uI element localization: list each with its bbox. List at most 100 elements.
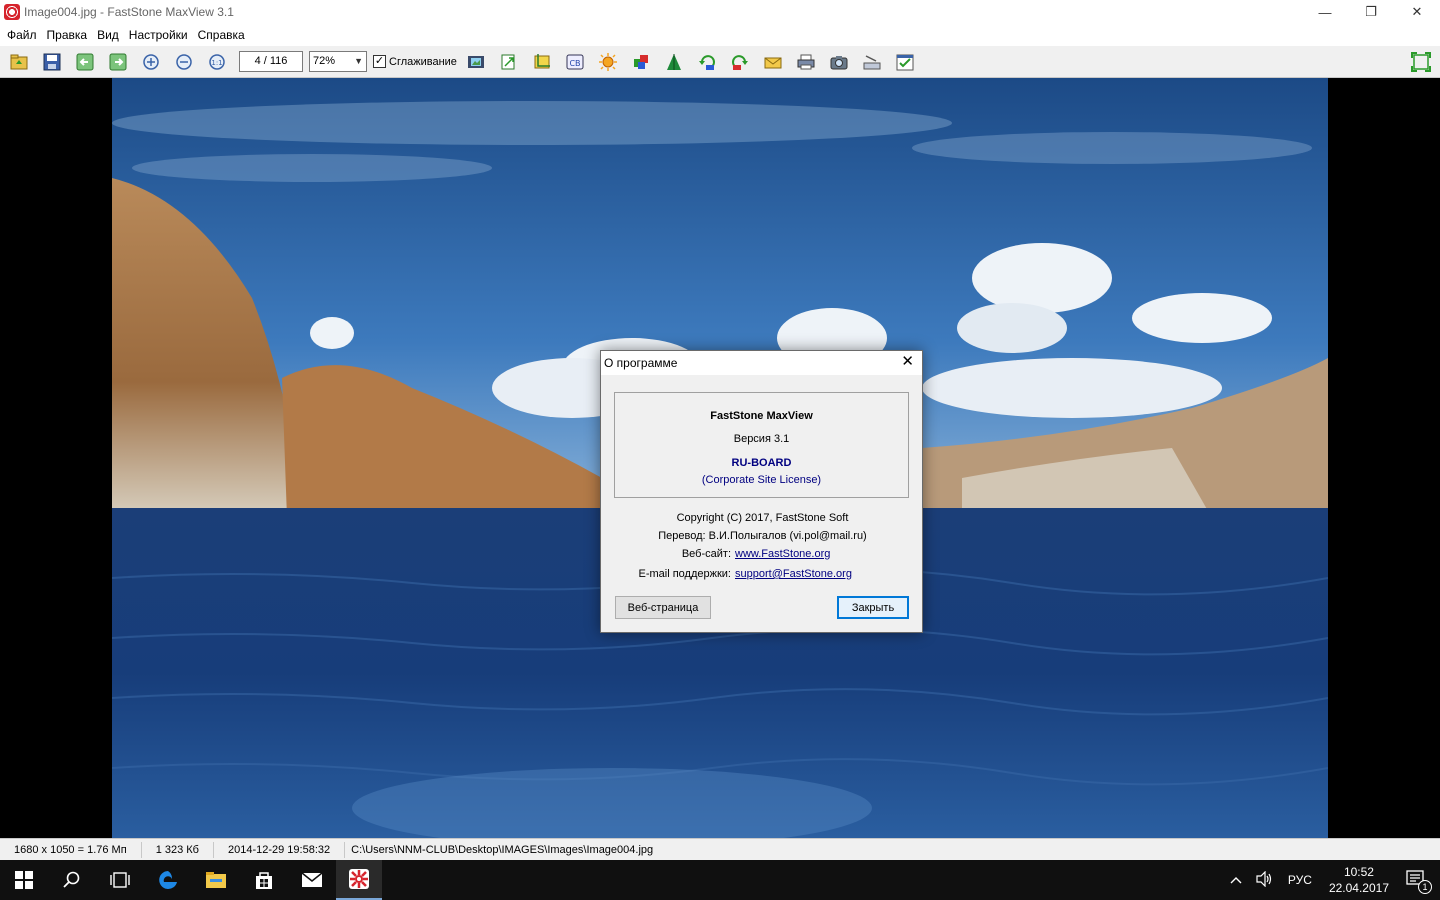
rotate-left-button[interactable] <box>696 51 718 73</box>
slideshow-button[interactable] <box>465 51 487 73</box>
faststone-taskbar-button[interactable] <box>336 860 382 900</box>
window-title: Image004.jpg - FastStone MaxView 3.1 <box>24 5 234 19</box>
print-button[interactable] <box>795 51 817 73</box>
status-path: C:\Users\NNM-CLUB\Desktop\IMAGES\Images\… <box>351 843 654 856</box>
zoom-out-button[interactable] <box>173 51 195 73</box>
smoothing-checkbox[interactable]: ✓ <box>373 55 386 68</box>
svg-text:1:1: 1:1 <box>211 59 222 67</box>
file-explorer-button[interactable] <box>192 860 240 900</box>
close-button[interactable]: ✕ <box>1394 0 1440 24</box>
scan-button[interactable] <box>861 51 883 73</box>
email-button[interactable] <box>762 51 784 73</box>
zoom-in-button[interactable] <box>140 51 162 73</box>
actual-size-icon: 1:1 <box>209 53 225 70</box>
smoothing-toggle[interactable]: ✓ Сглаживание <box>373 55 457 68</box>
sharpen-button[interactable] <box>663 51 685 73</box>
mail-icon <box>301 872 323 887</box>
system-tray: РУС 10:52 22.04.2017 1 <box>1223 860 1440 900</box>
dialog-title-bar: О программе ✕ <box>601 351 922 375</box>
license-type: (Corporate Site License) <box>701 474 822 486</box>
chevron-up-icon[interactable] <box>1223 873 1249 887</box>
input-language-indicator[interactable]: РУС <box>1281 873 1319 887</box>
license-name: RU-BOARD <box>731 457 792 469</box>
start-button[interactable] <box>0 860 48 900</box>
about-dialog: О программе ✕ FastStone MaxView Версия 3… <box>600 350 923 633</box>
website-row: Веб-сайт: www.FastStone.org <box>601 548 924 560</box>
printer-icon <box>797 54 815 69</box>
email-label: E-mail поддержки: <box>638 568 731 580</box>
menu-settings[interactable]: Настройки <box>124 28 193 42</box>
envelope-icon <box>764 57 782 68</box>
crop-button[interactable] <box>531 51 553 73</box>
translation-credit: Перевод: В.И.Полыгалов (vi.pol@mail.ru) <box>658 530 867 542</box>
page-counter-input[interactable]: 4 / 116 <box>239 51 303 72</box>
arrow-right-icon <box>109 53 127 70</box>
crop-icon <box>534 53 550 68</box>
prev-image-button[interactable] <box>74 51 96 73</box>
app-icon[interactable] <box>4 4 20 20</box>
edge-button[interactable] <box>144 860 192 900</box>
clock-time: 10:52 <box>1343 865 1374 879</box>
faststone-icon <box>349 869 369 889</box>
filmstrip-icon <box>467 55 484 68</box>
status-file-size: 1 323 Кб <box>142 841 214 858</box>
screenshot-button[interactable] <box>828 51 850 73</box>
camera-icon <box>830 55 848 69</box>
rgb-icon: CB <box>566 54 584 69</box>
open-folder-button[interactable] <box>8 51 30 73</box>
color-balance-button[interactable] <box>630 51 652 73</box>
rotate-right-icon <box>731 54 748 70</box>
save-icon <box>43 53 61 70</box>
email-link[interactable]: support@FastStone.org <box>735 568 852 580</box>
email-row: E-mail поддержки: support@FastStone.org <box>601 568 924 580</box>
checklist-icon <box>896 54 914 70</box>
action-center-button[interactable]: 1 <box>1399 869 1440 894</box>
menu-bar: Файл Правка Вид Настройки Справка <box>0 24 1440 46</box>
menu-help[interactable]: Справка <box>193 28 250 42</box>
sun-icon <box>598 52 617 71</box>
taskbar: РУС 10:52 22.04.2017 1 <box>0 860 1440 900</box>
zoom-select[interactable]: 72% ▼ <box>309 51 367 72</box>
task-view-button[interactable] <box>96 860 144 900</box>
scanner-icon <box>863 54 881 69</box>
notification-count-badge: 1 <box>1418 879 1432 894</box>
clock[interactable]: 10:52 22.04.2017 <box>1319 864 1399 896</box>
brightness-button[interactable] <box>597 51 619 73</box>
zoom-out-icon <box>176 53 192 70</box>
search-icon <box>63 871 80 888</box>
options-button[interactable] <box>894 51 916 73</box>
toolbar: 1:1 4 / 116 72% ▼ ✓ Сглаживание CB <box>0 46 1440 78</box>
menu-view[interactable]: Вид <box>92 28 124 42</box>
title-bar: Image004.jpg - FastStone MaxView 3.1 — ❐… <box>0 0 1440 24</box>
website-link[interactable]: www.FastStone.org <box>735 548 830 560</box>
smoothing-label: Сглаживание <box>389 55 457 68</box>
close-dialog-button[interactable]: Закрыть <box>837 596 909 619</box>
search-button[interactable] <box>48 860 96 900</box>
clock-date: 22.04.2017 <box>1328 881 1389 895</box>
save-button[interactable] <box>41 51 63 73</box>
zoom-in-icon <box>143 53 159 70</box>
minimize-button[interactable]: — <box>1302 0 1348 24</box>
speaker-icon[interactable] <box>1249 870 1281 890</box>
resize-icon <box>501 54 515 69</box>
store-button[interactable] <box>240 860 288 900</box>
mail-button[interactable] <box>288 860 336 900</box>
menu-edit[interactable]: Правка <box>42 28 93 42</box>
color-adjust-button[interactable]: CB <box>564 51 586 73</box>
status-date: 2014-12-29 19:58:32 <box>214 841 346 858</box>
product-info-box: FastStone MaxView Версия 3.1 RU-BOARD (C… <box>614 392 909 498</box>
dialog-title: О программе <box>604 356 678 370</box>
next-image-button[interactable] <box>107 51 129 73</box>
restore-button[interactable]: ❐ <box>1348 0 1394 24</box>
arrow-left-icon <box>76 53 94 70</box>
rotate-right-button[interactable] <box>729 51 751 73</box>
product-name: FastStone MaxView <box>710 410 813 422</box>
resize-button[interactable] <box>498 51 520 73</box>
web-page-button[interactable]: Веб-страница <box>615 596 711 619</box>
open-folder-icon <box>10 54 28 69</box>
folder-icon <box>206 872 226 888</box>
actual-size-button[interactable]: 1:1 <box>206 51 228 73</box>
menu-file[interactable]: Файл <box>2 28 42 42</box>
dialog-close-icon[interactable]: ✕ <box>901 354 914 370</box>
fullscreen-button[interactable] <box>1410 51 1432 73</box>
